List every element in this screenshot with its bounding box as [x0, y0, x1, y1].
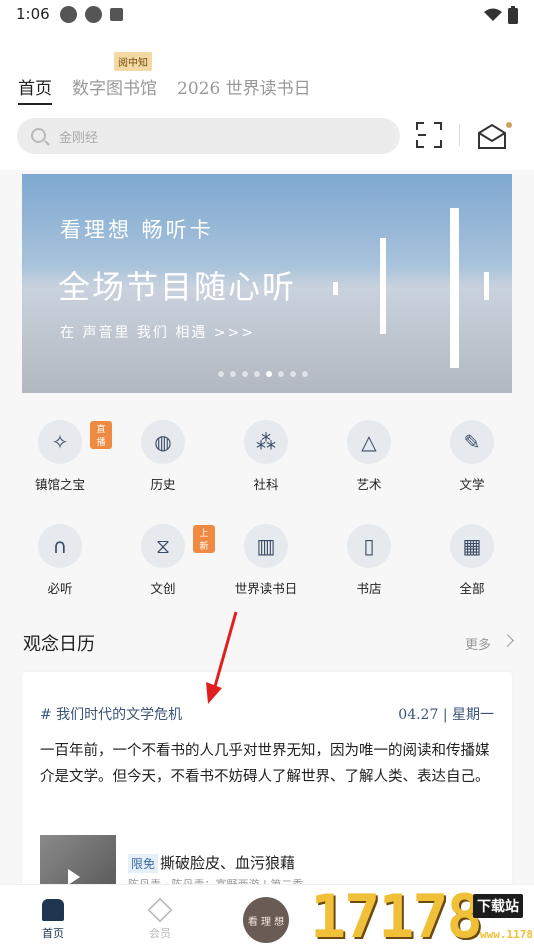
promo-banner[interactable]: 看理想 畅听卡 全场节目随心听 在 声音里 我们 相遇 >>> — [22, 174, 512, 393]
search-placeholder: 金刚经 — [59, 131, 99, 146]
app-notification-icon — [85, 6, 102, 23]
category-history[interactable]: ◍ 历史 — [111, 420, 215, 493]
nav-member[interactable]: 会员 — [130, 897, 190, 941]
category-label: 镇馆之宝 — [34, 477, 85, 492]
play-icon[interactable] — [68, 869, 80, 885]
category-label: 必听 — [47, 581, 73, 596]
ink-icon: ✎ — [450, 420, 494, 464]
search-input[interactable]: 金刚经 — [17, 118, 400, 154]
pagination-dot[interactable] — [218, 371, 224, 377]
section-title: 观念日历 — [23, 634, 95, 655]
grid-icon: ▦ — [450, 524, 494, 568]
category-label: 书店 — [356, 581, 382, 596]
category-treasure[interactable]: ✧ 镇馆之宝 直播 — [8, 420, 112, 493]
card-quote: 一百年前，一个不看书的人几乎对世界无知，因为唯一的阅读和传播媒介是文学。但今天，… — [40, 743, 490, 785]
banner-bar — [450, 208, 459, 368]
category-must-listen[interactable]: ∩ 必听 — [8, 524, 112, 597]
banner-tagline: 在 声音里 我们 相遇 >>> — [60, 325, 255, 341]
banner-pagination — [218, 371, 308, 377]
tab-home[interactable]: 首页 — [18, 74, 52, 105]
calendar-card[interactable]: # 我们时代的文学危机 04.27 | 星期一 一百年前，一个不看书的人几乎对世… — [22, 672, 512, 905]
banner-bar — [380, 238, 386, 334]
home-icon — [42, 899, 64, 921]
divider — [459, 124, 460, 146]
category-bookstore[interactable]: ▯ 书店 — [317, 524, 421, 597]
pagination-dot[interactable] — [254, 371, 260, 377]
mail-icon[interactable] — [476, 122, 508, 150]
watermark-label: 下载站 — [473, 894, 523, 918]
category-literature[interactable]: ✎ 文学 — [420, 420, 524, 493]
status-time: 1:06 — [16, 5, 50, 23]
pagination-dot[interactable] — [278, 371, 284, 377]
banner-subtitle: 看理想 畅听卡 — [60, 218, 214, 242]
notification-dot — [506, 122, 512, 128]
bookstore-icon: ▯ — [347, 524, 391, 568]
treasure-icon: ✧ — [38, 420, 82, 464]
annotation-arrow-icon — [206, 611, 238, 704]
category-label: 全部 — [459, 581, 485, 596]
category-label: 文学 — [459, 477, 485, 492]
pagination-dot[interactable] — [302, 371, 308, 377]
status-right — [484, 6, 518, 24]
tab-world-book-day[interactable]: 2026 世界读书日 — [177, 74, 311, 105]
free-badge: 限免 — [128, 854, 159, 873]
hourglass-icon: ⧖ — [141, 524, 185, 568]
banner-title: 全场节目随心听 — [58, 268, 297, 306]
scan-icon[interactable] — [416, 122, 442, 148]
bookday-icon: ▥ — [244, 524, 288, 568]
pagination-dot-active[interactable] — [266, 371, 272, 377]
category-label: 社科 — [253, 477, 279, 492]
pagination-dot[interactable] — [230, 371, 236, 377]
nav-home[interactable]: 首页 — [23, 899, 83, 941]
wifi-icon — [484, 8, 502, 21]
category-label: 文创 — [150, 581, 176, 596]
banner-bar — [484, 272, 489, 300]
nav-label: 首页 — [42, 927, 64, 940]
nav-label: 会员 — [149, 927, 171, 940]
card-date: 04.27 | 星期一 — [398, 707, 494, 723]
category-label: 世界读书日 — [234, 581, 298, 596]
search-icon — [31, 128, 46, 143]
pagination-dot[interactable] — [290, 371, 296, 377]
category-art[interactable]: △ 艺术 — [317, 420, 421, 493]
card-topic-tag[interactable]: # 我们时代的文学危机 — [40, 704, 182, 724]
shapes-icon: △ — [347, 420, 391, 464]
tab-badge: 阅中知 — [114, 52, 152, 71]
app-notification-icon — [110, 8, 123, 21]
category-badge: 直播 — [90, 421, 112, 449]
category-label: 艺术 — [356, 477, 382, 492]
watermark-url: www.1178.com — [480, 928, 534, 941]
banner-bar — [333, 282, 338, 295]
center-player-button[interactable]: 看 理 想 — [243, 897, 289, 943]
category-world-book-day[interactable]: ▥ 世界读书日 — [214, 524, 318, 597]
tab-digital-library[interactable]: 数字图书馆 — [72, 74, 157, 105]
battery-icon — [508, 6, 518, 24]
app-notification-icon — [60, 6, 77, 23]
watermark-logo: 17178 — [310, 882, 483, 950]
globe-icon: ◍ — [141, 420, 185, 464]
category-all[interactable]: ▦ 全部 — [420, 524, 524, 597]
diamond-icon — [147, 897, 173, 923]
more-link[interactable]: 更多 — [465, 634, 491, 653]
pagination-dot[interactable] — [242, 371, 248, 377]
headphones-icon: ∩ — [38, 524, 82, 568]
top-tabs: 首页 数字图书馆 2026 世界读书日 — [18, 74, 311, 105]
status-bar: 1:06 — [0, 0, 534, 30]
category-label: 历史 — [150, 477, 176, 492]
category-creative[interactable]: ⧖ 文创 上新 — [111, 524, 215, 597]
episode-title[interactable]: 撕破脸皮、血污狼藉 — [160, 852, 295, 873]
category-badge: 上新 — [193, 525, 215, 553]
category-social-science[interactable]: ⁂ 社科 — [214, 420, 318, 493]
status-app-icons — [60, 6, 123, 23]
social-icon: ⁂ — [244, 420, 288, 464]
chevron-right-icon[interactable] — [501, 634, 514, 647]
